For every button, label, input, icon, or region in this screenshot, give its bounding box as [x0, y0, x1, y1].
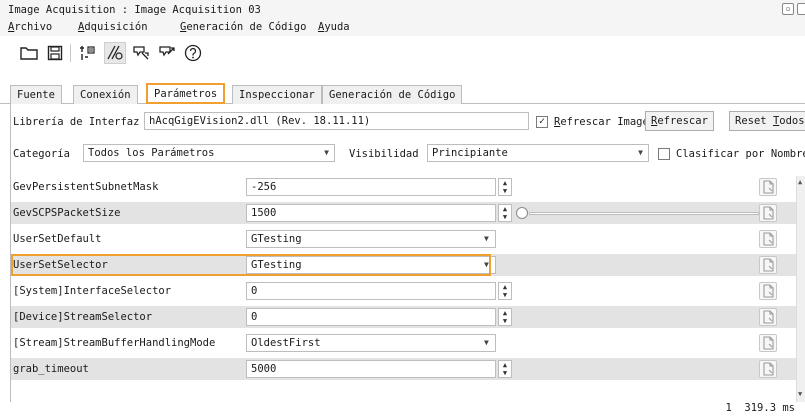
- status-text: 1 319.3 ms: [725, 402, 795, 414]
- parameter-value[interactable]: 0: [246, 282, 496, 300]
- copy-parameter-icon[interactable]: [759, 282, 777, 300]
- sort-by-name-checkbox[interactable]: [658, 148, 670, 160]
- spinner-arrows-icon[interactable]: ▲ ▼: [498, 282, 512, 300]
- tab-fuente[interactable]: Fuente: [10, 85, 62, 104]
- scroll-up-icon[interactable]: ▲: [798, 178, 802, 186]
- tab-conexion[interactable]: Conexión: [73, 85, 138, 104]
- spinner-arrows-icon[interactable]: ▲ ▼: [498, 308, 512, 326]
- window-title: Image Acquisition : Image Acquisition 03: [8, 4, 261, 16]
- chevron-down-icon[interactable]: ▼: [484, 338, 489, 347]
- tab-generacion-codigo[interactable]: Generación de Código: [322, 85, 463, 104]
- table-row[interactable]: [Device]StreamSelector 0 ▲ ▼: [11, 306, 796, 328]
- visibility-select[interactable]: Principiante ▼: [427, 144, 649, 162]
- copy-parameter-icon[interactable]: [759, 334, 777, 352]
- refresh-image-checkbox[interactable]: ✓: [536, 116, 548, 128]
- parameter-name: GevSCPSPacketSize: [13, 207, 121, 219]
- reset-all-button[interactable]: Reset Todos: [729, 111, 805, 131]
- table-row[interactable]: [System]InterfaceSelector 0 ▲ ▼: [11, 280, 796, 302]
- toolbar: [0, 40, 805, 70]
- connect-icon[interactable]: [76, 42, 98, 64]
- tab-bar: Fuente Conexión Parámetros Inspeccionar …: [0, 82, 805, 104]
- parameter-value[interactable]: -256: [246, 178, 496, 196]
- menu-archivo[interactable]: Archivo: [8, 21, 52, 33]
- sort-by-name-label: Clasificar por Nombre: [676, 148, 805, 160]
- close-window-icon[interactable]: [797, 3, 805, 15]
- spinner-arrows-icon[interactable]: ▲ ▼: [498, 204, 512, 222]
- chevron-down-icon: ▼: [638, 148, 643, 157]
- parameter-value[interactable]: OldestFirst: [246, 334, 496, 352]
- vertical-scrollbar[interactable]: ▲ ▼: [796, 176, 805, 402]
- snap-icon[interactable]: [130, 42, 152, 64]
- spinner-arrows-icon[interactable]: ▲ ▼: [498, 360, 512, 378]
- copy-parameter-icon[interactable]: [759, 178, 777, 196]
- refresh-image-label: Refrescar Imagen: [554, 116, 656, 128]
- grab-icon[interactable]: [156, 42, 178, 64]
- restore-window-icon[interactable]: ▫: [782, 3, 794, 15]
- parameter-name: [System]InterfaceSelector: [13, 285, 172, 297]
- menu-generacion-codigo[interactable]: Generación de Código: [180, 21, 306, 33]
- copy-parameter-icon[interactable]: [759, 204, 777, 222]
- tab-parametros[interactable]: Parámetros: [146, 83, 226, 104]
- visibility-value: Principiante: [432, 147, 508, 159]
- title-bar: Image Acquisition : Image Acquisition 03…: [0, 0, 805, 20]
- refresh-button[interactable]: Refrescar: [645, 111, 714, 131]
- parameter-name: grab_timeout: [13, 363, 89, 375]
- parameter-value[interactable]: 5000: [246, 360, 496, 378]
- parameter-value[interactable]: GTesting: [246, 230, 496, 248]
- table-row[interactable]: GevPersistentSubnetMask -256 ▲ ▼: [11, 176, 796, 198]
- open-folder-icon[interactable]: [18, 42, 40, 64]
- selected-row-outline: [11, 254, 491, 276]
- chevron-down-icon: ▼: [324, 148, 329, 157]
- copy-parameter-icon[interactable]: [759, 360, 777, 378]
- table-row[interactable]: UserSetDefault GTesting ▼: [11, 228, 796, 250]
- spinner-arrows-icon[interactable]: ▲ ▼: [498, 178, 512, 196]
- copy-parameter-icon[interactable]: [759, 308, 777, 326]
- tab-inspeccionar[interactable]: Inspeccionar: [232, 85, 322, 104]
- menu-adquisicion[interactable]: Adquisición: [78, 21, 148, 33]
- menu-ayuda[interactable]: Ayuda: [318, 21, 350, 33]
- parameter-value[interactable]: 1500: [246, 204, 496, 222]
- parameter-name: GevPersistentSubnetMask: [13, 181, 159, 193]
- copy-parameter-icon[interactable]: [759, 256, 777, 274]
- parameters-grid: GevPersistentSubnetMask -256 ▲ ▼ GevSCPSPack…: [11, 176, 796, 402]
- save-icon[interactable]: [44, 42, 66, 64]
- slider-handle[interactable]: [516, 207, 528, 219]
- category-value: Todos los Parámetros: [88, 147, 215, 159]
- copy-parameter-icon[interactable]: [759, 230, 777, 248]
- table-row[interactable]: [Stream]StreamBufferHandlingMode OldestFi…: [11, 332, 796, 354]
- chevron-down-icon[interactable]: ▼: [484, 234, 489, 243]
- table-row[interactable]: grab_timeout 5000 ▲ ▼: [11, 358, 796, 380]
- menu-bar: Archivo Adquisición Generación de Código…: [0, 20, 805, 36]
- library-label: Librería de Interfaz: [13, 116, 140, 128]
- scroll-down-icon[interactable]: ▼: [798, 390, 802, 398]
- category-label: Categoría: [13, 148, 70, 160]
- help-icon[interactable]: [182, 42, 204, 64]
- parameters-panel: Librería de Interfaz hAcqGigEVision2.dll…: [10, 104, 805, 402]
- library-field[interactable]: hAcqGigEVision2.dll (Rev. 18.11.11): [144, 112, 529, 130]
- table-row[interactable]: UserSetSelector GTesting ▼: [11, 254, 796, 276]
- parameter-value[interactable]: 0: [246, 308, 496, 326]
- parameter-name: [Stream]StreamBufferHandlingMode: [13, 337, 216, 349]
- category-select[interactable]: Todos los Parámetros ▼: [83, 144, 335, 162]
- live-icon[interactable]: [104, 42, 126, 64]
- slider-track[interactable]: [529, 212, 759, 215]
- parameter-name: UserSetDefault: [13, 233, 102, 245]
- visibility-label: Visibilidad: [349, 148, 419, 160]
- toolbar-separator: [70, 44, 71, 62]
- table-row[interactable]: GevSCPSPacketSize 1500 ▲ ▼: [11, 202, 796, 224]
- parameter-name: [Device]StreamSelector: [13, 311, 153, 323]
